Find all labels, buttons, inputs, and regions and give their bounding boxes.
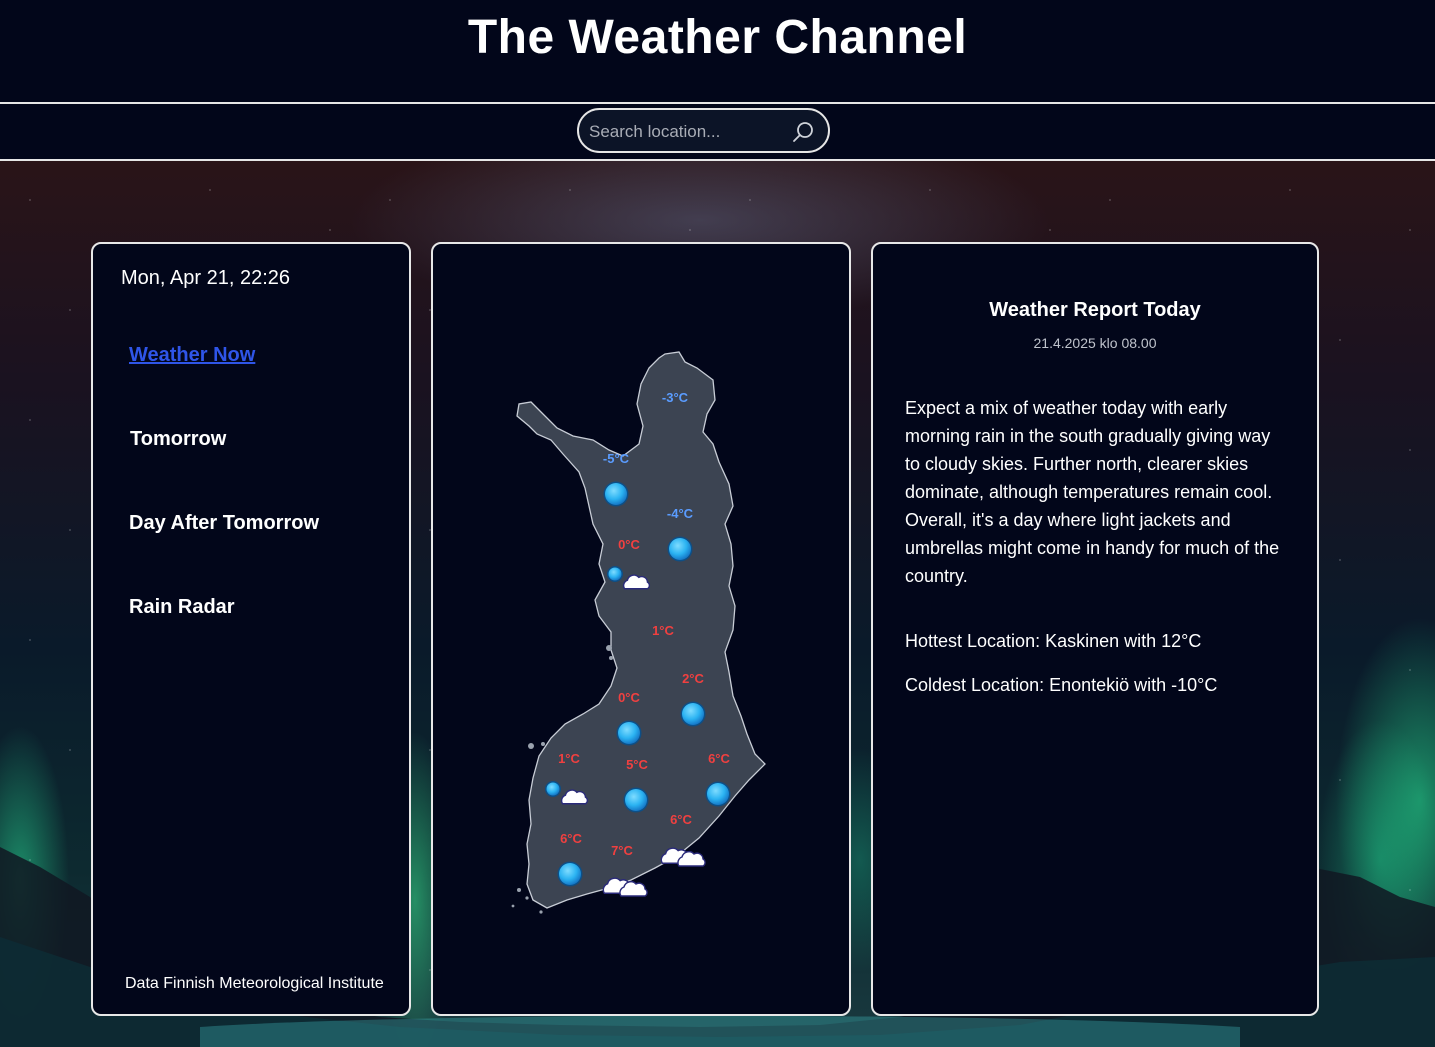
cloudy-icon	[602, 877, 648, 897]
sidebar-panel: Mon, Apr 21, 22:26 Weather Now Tomorrow …	[91, 242, 411, 1016]
site-header: The Weather Channel	[0, 0, 1435, 104]
station-temp-label: 1°C	[652, 623, 674, 638]
station-temp-label: 5°C	[626, 757, 648, 772]
current-datetime: Mon, Apr 21, 22:26	[121, 267, 291, 289]
search-box[interactable]	[577, 108, 830, 153]
station-temp-label: 6°C	[670, 812, 692, 827]
station-temp-label: -3°C	[662, 390, 689, 405]
map-panel: -3°C -5°C -4°C 0°C 1°C 2°C 0°C 1°C 5°C 6°C 6°C 6°C 7…	[431, 242, 851, 1016]
hottest-location: Hottest Location: Kaskinen with 12°C	[905, 631, 1202, 651]
station-temp-label: 0°C	[618, 537, 640, 552]
clear-icon	[705, 781, 731, 807]
report-body: Expect a mix of weather today with early…	[905, 398, 1280, 586]
site-title: The Weather Channel	[467, 11, 968, 64]
station-temp-label: 7°C	[611, 843, 633, 858]
clear-icon	[557, 861, 583, 887]
station-temp-label: -5°C	[603, 451, 630, 466]
clear-icon	[680, 701, 706, 727]
report-panel: Weather Report Today 21.4.2025 klo 08.00…	[871, 242, 1319, 1016]
station-temp-label: 6°C	[708, 751, 730, 766]
station-temp-label: -4°C	[667, 506, 694, 521]
clear-icon	[607, 566, 623, 582]
clear-icon	[667, 536, 693, 562]
finland-outline	[516, 351, 766, 909]
cloudy-icon	[660, 847, 706, 867]
station-temp-label: 1°C	[558, 751, 580, 766]
report-title: Weather Report Today	[989, 299, 1201, 321]
coldest-location: Coldest Location: Enontekiö with -10°C	[905, 675, 1218, 695]
data-credit: Data Finnish Meteorological Institute	[125, 975, 384, 992]
nav-tomorrow[interactable]: Tomorrow	[130, 428, 226, 451]
report-date: 21.4.2025 klo 08.00	[1033, 335, 1157, 351]
finland-weather-map: -3°C -5°C -4°C 0°C 1°C 2°C 0°C 1°C 5°C 6°C 6°C 6°C 7…	[511, 351, 766, 914]
station-temp-label: 0°C	[618, 690, 640, 705]
search-bar	[0, 104, 1435, 161]
search-icon[interactable]	[791, 120, 815, 144]
clear-icon	[545, 781, 561, 797]
search-input[interactable]	[587, 118, 786, 146]
clear-icon	[603, 481, 629, 507]
map-station[interactable]: 1°C	[652, 623, 674, 638]
station-temp-label: 6°C	[560, 831, 582, 846]
nav-rain-radar[interactable]: Rain Radar	[129, 596, 235, 619]
clear-icon	[616, 720, 642, 746]
map-station[interactable]: -3°C	[662, 390, 689, 405]
nav-weather-now[interactable]: Weather Now	[129, 344, 255, 367]
station-temp-label: 2°C	[682, 671, 704, 686]
clear-icon	[623, 787, 649, 813]
nav-day-after-tomorrow[interactable]: Day After Tomorrow	[129, 512, 319, 535]
